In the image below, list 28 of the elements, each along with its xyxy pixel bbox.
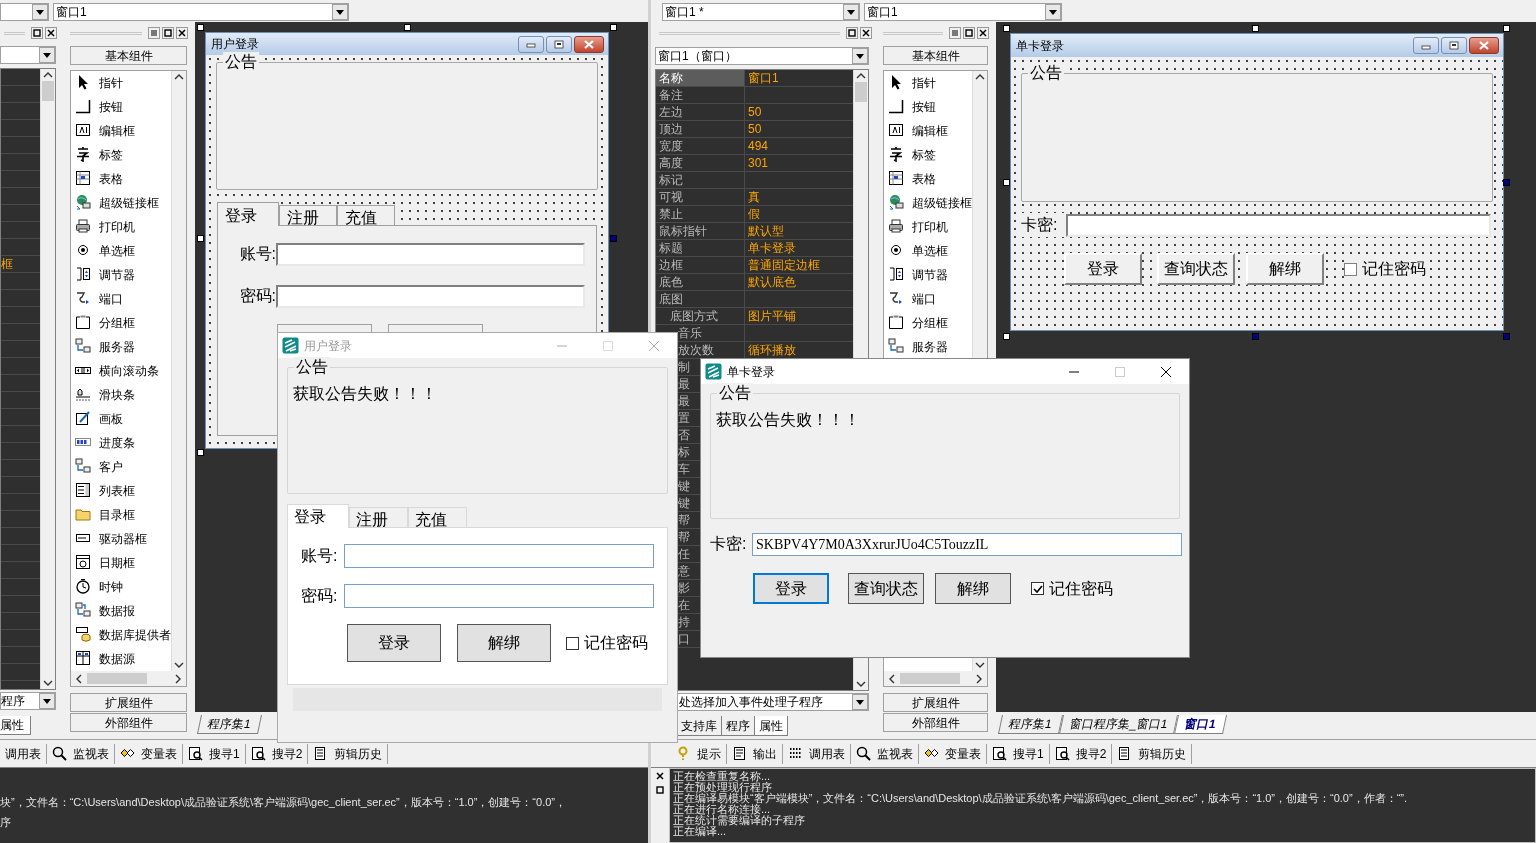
notice-text: 获取公告失败！！！ — [293, 384, 437, 404]
group-title: 公告 — [223, 52, 259, 72]
field-label: 密码: — [238, 286, 276, 306]
checkbox-label: 记住密码 — [1362, 259, 1426, 279]
property-value: 框 — [1, 258, 13, 270]
group-title: 公告 — [294, 357, 330, 377]
checkbox-label: 记住密码 — [1049, 578, 1113, 599]
output-line: 正在编译易模块“客户端模块”，文件名：“C:\Users\and\Desktop\成品验证系统\客户端源码\gec_client_ser.ec”，版本号：“1.0”，创建号：“0.0”，作者：“”. — [673, 793, 1409, 804]
field-label: 卡密: — [710, 534, 748, 554]
notice-text: 获取公告失败！！！ — [716, 410, 860, 430]
group-title: 公告 — [717, 383, 753, 403]
dialog-title: 用户登录 — [304, 337, 352, 355]
field-label: 账号: — [238, 244, 276, 264]
group-title: 公告 — [1028, 63, 1064, 83]
field-label: 账号: — [300, 546, 339, 566]
field-label: 密码: — [300, 586, 339, 606]
form-title: 用户登录 — [211, 36, 259, 53]
output-line: 正在预处理现行程序 — [673, 782, 773, 793]
checkbox-label: 记住密码 — [584, 633, 648, 653]
output-line: 正在检查重复名称... — [673, 771, 771, 782]
form-title: 单卡登录 — [1016, 37, 1064, 55]
output-line: 序 — [0, 815, 12, 830]
dialog-title: 单卡登录 — [727, 363, 775, 381]
output-line: 正在编译... — [673, 826, 727, 837]
output-line: 正在进行名称连接... — [673, 804, 772, 815]
output-line: 块”，文件名：“C:\Users\and\Desktop\成品验证系统\客户端源码\gec_client_ser.ec”，版本号：“1.0”，创建号：“0.0”， — [0, 795, 567, 810]
output-line: 正在统计需要编译的子程序 — [673, 815, 806, 826]
field-label: 卡密: — [1021, 213, 1066, 237]
